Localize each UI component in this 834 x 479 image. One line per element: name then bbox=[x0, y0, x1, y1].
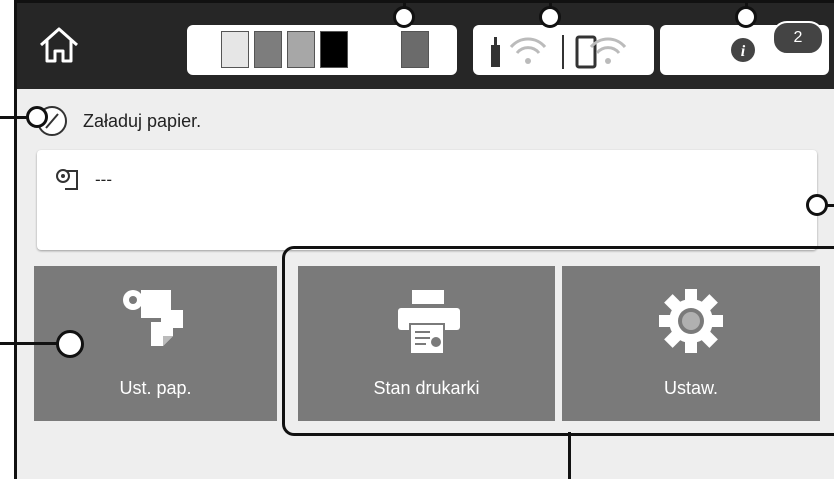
callout-marker bbox=[393, 6, 415, 28]
ink-cartridge bbox=[401, 31, 429, 68]
callout-marker bbox=[56, 330, 84, 358]
ink-cartridge bbox=[287, 31, 315, 68]
paper-value: --- bbox=[95, 170, 112, 189]
home-button[interactable] bbox=[29, 19, 89, 71]
notification-badge: 2 bbox=[772, 21, 824, 55]
ink-cartridge bbox=[254, 31, 282, 68]
paper-info-panel[interactable]: --- bbox=[37, 150, 817, 250]
top-bar: i 2 bbox=[17, 3, 834, 89]
ink-levels-button[interactable] bbox=[187, 25, 457, 75]
paper-roll-icon bbox=[56, 169, 78, 190]
ink-cartridge bbox=[221, 31, 249, 68]
callout-group-frame bbox=[282, 246, 834, 436]
info-button[interactable]: i 2 bbox=[660, 21, 829, 75]
printer-panel-screen: i 2 Załaduj papier. --- Ust. pap. Stan d… bbox=[14, 0, 834, 479]
home-icon bbox=[40, 27, 78, 63]
wifi-icon bbox=[491, 35, 627, 69]
ink-cartridge bbox=[320, 31, 348, 68]
tile-label: Ust. pap. bbox=[119, 378, 192, 398]
svg-text:i: i bbox=[741, 43, 746, 60]
callout-marker bbox=[26, 106, 48, 128]
callout-line bbox=[0, 342, 60, 345]
callout-marker bbox=[735, 6, 757, 28]
status-row: Załaduj papier. bbox=[17, 101, 517, 141]
callout-marker bbox=[539, 6, 561, 28]
status-message: Załaduj papier. bbox=[83, 110, 202, 131]
callout-line bbox=[568, 432, 571, 479]
paper-settings-icon bbox=[122, 290, 183, 346]
network-status-button[interactable] bbox=[473, 25, 654, 75]
info-icon: i bbox=[731, 38, 755, 62]
callout-marker bbox=[806, 194, 828, 216]
